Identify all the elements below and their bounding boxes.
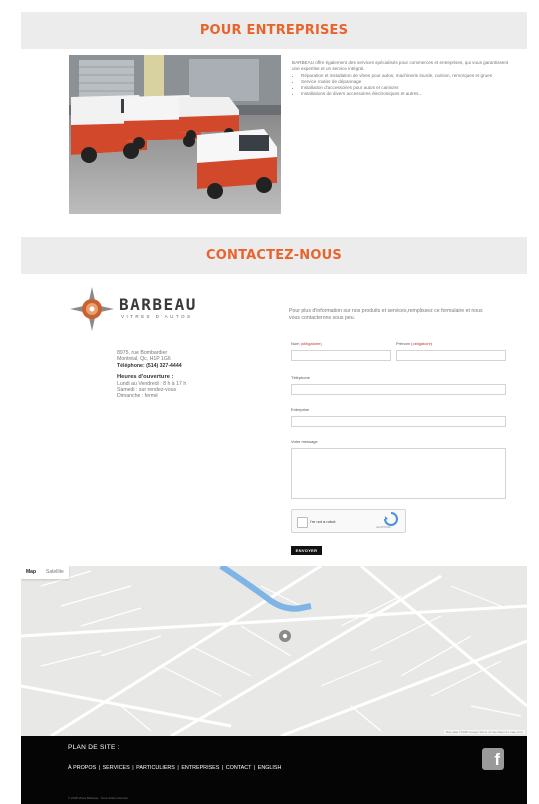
- name-label: Nom (obligatoire): [291, 341, 322, 346]
- firstname-label-text: Prénom: [396, 341, 411, 346]
- brand-tagline: VITRES D'AUTOS: [121, 314, 193, 319]
- business-heading: POUR ENTREPRISES: [199, 23, 349, 38]
- business-intro: BARBEAU offre également des services spé…: [292, 60, 509, 71]
- google-map[interactable]: Map Satellite Map data ©2018 Google Term…: [21, 566, 527, 736]
- recaptcha-brand: reCAPTCHA: [376, 526, 391, 529]
- firstname-input[interactable]: [396, 350, 506, 361]
- business-section-header: POUR ENTREPRISES: [21, 12, 527, 49]
- footer-link-a-propos[interactable]: À PROPOS: [68, 765, 96, 771]
- business-photo: [69, 55, 281, 214]
- sitemap-title: PLAN DE SITE :: [68, 744, 120, 751]
- footer-separator: |: [177, 765, 179, 771]
- compass-logo-icon: [70, 287, 114, 331]
- footer-link-services[interactable]: SERVICES: [103, 765, 130, 771]
- hours-line: Dimanche : fermé: [117, 393, 158, 400]
- contact-phone: Téléphone: (514) 327-4444: [117, 362, 182, 369]
- footer-link-entreprises[interactable]: ENTREPRISES: [181, 765, 219, 771]
- contact-address: 8975, rue Bombardier Montréal, Qc, H1P 1…: [117, 350, 277, 400]
- footer-separator: |: [98, 765, 101, 771]
- recaptcha-checkbox[interactable]: [297, 517, 308, 528]
- business-description: BARBEAU offre également des services spé…: [292, 60, 514, 97]
- contact-section-header: CONTACTEZ-NOUS: [21, 237, 527, 274]
- company-input[interactable]: [291, 416, 506, 427]
- recaptcha-widget: I'm not a robot reCAPTCHA: [291, 509, 406, 533]
- name-label-text: Nom: [291, 341, 300, 346]
- page: POUR ENTREPRISES BARBEAU offre également…: [21, 0, 527, 804]
- brand-name: BARBEAU: [119, 295, 197, 314]
- footer-link-particuliers[interactable]: PARTICULIERS: [136, 765, 175, 771]
- map-type-tabs: Map Satellite: [21, 566, 69, 579]
- submit-button[interactable]: ENVOYER: [291, 546, 322, 555]
- footer-link-english[interactable]: ENGLISH: [258, 765, 282, 771]
- map-attribution: Map data ©2018 Google Terms of Use Repor…: [443, 730, 525, 734]
- name-input[interactable]: [291, 350, 391, 361]
- tab-map[interactable]: Map: [21, 566, 41, 579]
- recaptcha-label: I'm not a robot: [310, 519, 336, 524]
- copyright-text: © 2018 Vitres Barbeau · Tous droits rése…: [68, 796, 128, 800]
- contact-form-intro: Pour plus d'information sur nos produits…: [289, 308, 483, 321]
- required-mark: (obligatoire): [300, 341, 322, 346]
- footer-nav: À PROPOS | SERVICES | PARTICULIERS | ENT…: [68, 765, 281, 771]
- company-label: Entreprise: [291, 407, 310, 412]
- phone-label: Téléphone: [291, 375, 310, 380]
- recaptcha-logo-icon: [384, 512, 398, 526]
- map-tiles: [21, 566, 527, 736]
- message-label: Votre message: [291, 439, 318, 444]
- contact-heading: CONTACTEZ-NOUS: [206, 248, 342, 263]
- message-textarea[interactable]: [291, 448, 506, 499]
- barbeau-logo: BARBEAU VITRES D'AUTOS: [70, 287, 270, 335]
- phone-input[interactable]: [291, 384, 506, 395]
- footer-link-contact[interactable]: CONTACT: [226, 765, 252, 771]
- facebook-icon[interactable]: f: [482, 748, 504, 770]
- required-mark: (obligatoire): [411, 341, 433, 346]
- firstname-label: Prénom (obligatoire): [396, 341, 432, 346]
- business-services-list: Réparation et installation de vitres pou…: [292, 73, 514, 97]
- business-service-item: Installations de divers accessoires élec…: [301, 91, 514, 97]
- footer-separator: |: [221, 765, 224, 771]
- footer-separator: |: [253, 765, 256, 771]
- garage-vans-image: [69, 55, 281, 214]
- tab-satellite[interactable]: Satellite: [41, 566, 69, 579]
- footer-separator: |: [132, 765, 134, 771]
